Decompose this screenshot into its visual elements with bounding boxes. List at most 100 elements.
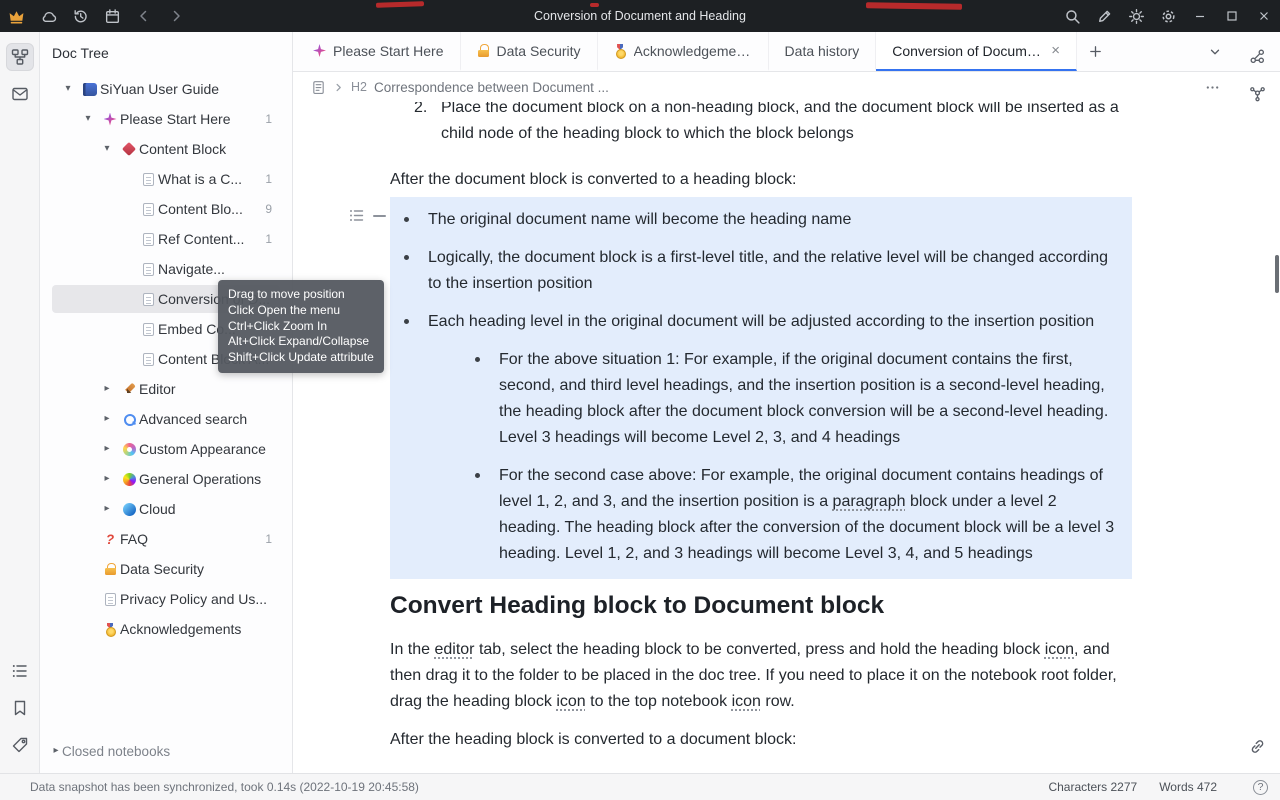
block-ref[interactable]: icon bbox=[732, 693, 761, 710]
titlebar[interactable]: Conversion of Document and Heading bbox=[0, 0, 1280, 32]
editor-content[interactable]: 2. Place the document block on a non-hea… bbox=[293, 102, 1280, 773]
chevron-down-icon[interactable] bbox=[95, 134, 119, 164]
workspace-crown-icon[interactable] bbox=[0, 0, 32, 32]
text-segment: to the top notebook bbox=[586, 693, 732, 710]
paragraph-block[interactable]: After the document block is converted to… bbox=[390, 167, 1132, 193]
navigate-forward-icon[interactable] bbox=[160, 0, 192, 32]
paragraph-block[interactable]: In the editor tab, select the heading bl… bbox=[390, 637, 1132, 715]
ordered-list-item[interactable]: 2. Place the document block on a non-hea… bbox=[390, 102, 1132, 147]
vertical-scrollbar-thumb[interactable] bbox=[1275, 255, 1279, 293]
tree-item-label: Acknowledgements bbox=[120, 621, 267, 637]
tree-item-advanced-search[interactable]: Advanced search bbox=[40, 404, 292, 434]
tab-conversion-active[interactable]: Conversion of Document and Heading bbox=[876, 32, 1077, 71]
tree-item-please-start-here[interactable]: Please Start Here 1 bbox=[40, 104, 292, 134]
lock-icon bbox=[477, 44, 490, 57]
tree-item-label: What is a C... bbox=[158, 171, 268, 187]
tree-item-notebook[interactable]: SiYuan User Guide bbox=[40, 74, 292, 104]
data-history-icon[interactable] bbox=[64, 0, 96, 32]
gutter-tooltip: Drag to move position Click Open the men… bbox=[218, 280, 384, 373]
item-block-gutter-icon[interactable] bbox=[373, 215, 386, 217]
close-button[interactable] bbox=[1248, 0, 1280, 32]
settings-gear-icon[interactable] bbox=[1152, 0, 1184, 32]
doc-tree-dock-icon[interactable] bbox=[6, 43, 34, 71]
medal-icon bbox=[100, 623, 120, 636]
tab-list-chevron-button[interactable] bbox=[1202, 39, 1228, 65]
tree-item-label: Please Start Here bbox=[120, 111, 257, 127]
tab-data-history[interactable]: Data history bbox=[769, 32, 877, 71]
list-item[interactable]: For the second case above: For example, … bbox=[461, 463, 1118, 567]
navigate-back-icon[interactable] bbox=[128, 0, 160, 32]
lock-icon bbox=[100, 563, 120, 576]
block-ref[interactable]: icon bbox=[556, 693, 585, 710]
tree-item-cloud[interactable]: Cloud bbox=[40, 494, 292, 524]
new-tab-button[interactable] bbox=[1077, 32, 1113, 71]
tab-please-start-here[interactable]: Please Start Here bbox=[297, 32, 461, 71]
daily-note-calendar-icon[interactable] bbox=[96, 0, 128, 32]
tag-dock-icon[interactable] bbox=[6, 731, 34, 759]
chevron-right-icon[interactable] bbox=[95, 404, 119, 434]
inbox-mail-dock-icon[interactable] bbox=[6, 80, 34, 108]
tree-item-custom-appearance[interactable]: Custom Appearance bbox=[40, 434, 292, 464]
tab-bar: Please Start Here Data Security Acknowle… bbox=[293, 32, 1280, 72]
cloud-sync-icon[interactable] bbox=[32, 0, 64, 32]
tree-item-doc[interactable]: Ref Content... 1 bbox=[40, 224, 292, 254]
tree-item-acknowledgements[interactable]: Acknowledgements bbox=[40, 614, 292, 644]
highlighted-list-block[interactable]: The original document name will become t… bbox=[390, 197, 1132, 579]
tree-item-label: Ref Content... bbox=[158, 231, 270, 247]
tree-item-label: SiYuan User Guide bbox=[100, 81, 245, 97]
document-icon bbox=[138, 263, 158, 276]
closed-notebooks-toggle[interactable]: Closed notebooks bbox=[40, 737, 292, 765]
minimize-button[interactable] bbox=[1184, 0, 1216, 32]
tab-close-icon[interactable] bbox=[1051, 43, 1060, 58]
document-icon bbox=[138, 173, 158, 186]
tree-item-doc[interactable]: What is a C... 1 bbox=[40, 164, 292, 194]
list-block-gutter-icon[interactable] bbox=[349, 208, 364, 223]
closed-notebooks-label: Closed notebooks bbox=[62, 744, 170, 759]
breadcrumb-heading-text[interactable]: Correspondence between Document ... bbox=[374, 80, 609, 95]
chevron-right-icon[interactable] bbox=[95, 464, 119, 494]
chevron-down-icon[interactable] bbox=[56, 74, 80, 104]
tab-data-security[interactable]: Data Security bbox=[461, 32, 598, 71]
list-item[interactable]: Each heading level in the original docum… bbox=[390, 309, 1118, 567]
paragraph-block[interactable]: After the heading block is converted to … bbox=[390, 727, 1132, 753]
tree-item-content-block[interactable]: Content Block bbox=[40, 134, 292, 164]
chevron-right-icon[interactable] bbox=[95, 374, 119, 404]
outline-dock-icon[interactable] bbox=[6, 657, 34, 685]
tree-item-data-security[interactable]: Data Security bbox=[40, 554, 292, 584]
breadcrumb-more-button[interactable] bbox=[1200, 76, 1224, 98]
doc-count: 1 bbox=[265, 172, 272, 186]
editor-pane: Please Start Here Data Security Acknowle… bbox=[293, 32, 1280, 773]
chevron-down-icon[interactable] bbox=[76, 104, 100, 134]
list-item[interactable]: Logically, the document block is a first… bbox=[390, 245, 1118, 297]
bookmark-dock-icon[interactable] bbox=[6, 694, 34, 722]
tree-item-privacy-policy[interactable]: Privacy Policy and Us... bbox=[40, 584, 292, 614]
tree-item-doc[interactable]: Content Blo... 9 bbox=[40, 194, 292, 224]
block-ref[interactable]: editor bbox=[434, 641, 474, 658]
edit-pencil-icon[interactable] bbox=[1088, 0, 1120, 32]
tree-item-editor[interactable]: Editor bbox=[40, 374, 292, 404]
tooltip-line: Click Open the menu bbox=[228, 303, 374, 319]
heading-block[interactable]: Convert Heading block to Document block bbox=[390, 589, 1132, 623]
breadcrumb-doc-icon[interactable] bbox=[311, 80, 326, 95]
tooltip-line: Alt+Click Expand/Collapse bbox=[228, 334, 374, 350]
block-ref[interactable]: icon bbox=[1045, 641, 1074, 658]
tab-acknowledgements[interactable]: Acknowledgements bbox=[598, 32, 769, 71]
chevron-right-icon[interactable] bbox=[95, 494, 119, 524]
breadcrumb: H2 Correspondence between Document ... bbox=[293, 72, 1280, 102]
list-item[interactable]: For the above situation 1: For example, … bbox=[461, 347, 1118, 451]
global-graph-icon[interactable] bbox=[1245, 81, 1269, 105]
theme-sun-icon[interactable] bbox=[1120, 0, 1152, 32]
backlinks-link-icon[interactable] bbox=[1245, 734, 1269, 758]
list-item[interactable]: The original document name will become t… bbox=[390, 207, 1118, 233]
maximize-button[interactable] bbox=[1216, 0, 1248, 32]
search-icon[interactable] bbox=[1056, 0, 1088, 32]
help-icon[interactable] bbox=[1253, 780, 1268, 795]
graph-icon[interactable] bbox=[1245, 44, 1269, 68]
doc-tree-panel: Doc Tree SiYuan User Guide Please Start … bbox=[40, 32, 293, 773]
tree-item-general-operations[interactable]: General Operations bbox=[40, 464, 292, 494]
block-ref[interactable]: paragraph bbox=[833, 493, 906, 510]
tree-item-faq[interactable]: FAQ 1 bbox=[40, 524, 292, 554]
list-item-marker: 2. bbox=[414, 102, 427, 121]
text-segment: For the above situation 1: For example, … bbox=[499, 351, 1108, 446]
chevron-right-icon[interactable] bbox=[95, 434, 119, 464]
